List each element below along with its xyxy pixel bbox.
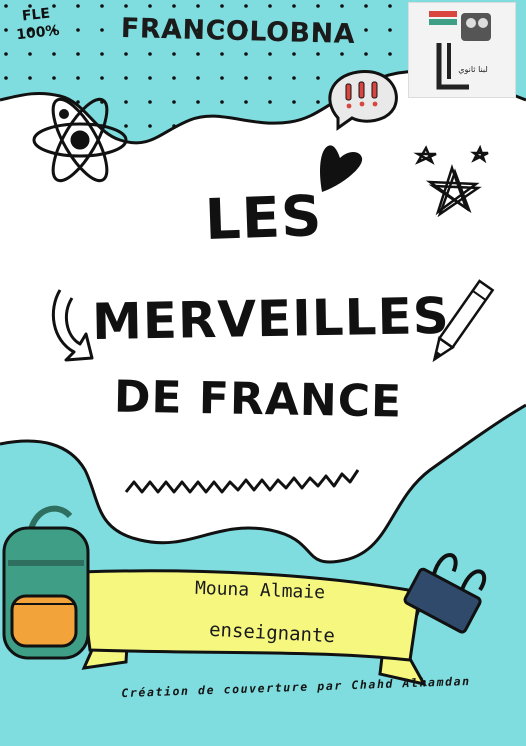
title-line-2: MERVEILLES	[91, 286, 451, 352]
star-doodle-icon	[413, 144, 489, 218]
fle-badge: FLE 100%	[4, 3, 69, 45]
logo-text: لبنا ثانوي	[458, 65, 488, 74]
backpack-icon	[2, 505, 90, 660]
logo-icon: لبنا ثانوي	[408, 2, 516, 98]
title-line-3: DE FRANCE	[113, 371, 403, 428]
zigzag-line	[124, 469, 360, 494]
heart-icon	[320, 145, 363, 192]
brand-title: FRANCOLOBNA	[120, 12, 356, 51]
speech-bubble-icon	[328, 70, 398, 131]
arrow-doodle-icon	[51, 289, 94, 362]
title-line-1: LES	[203, 183, 324, 254]
